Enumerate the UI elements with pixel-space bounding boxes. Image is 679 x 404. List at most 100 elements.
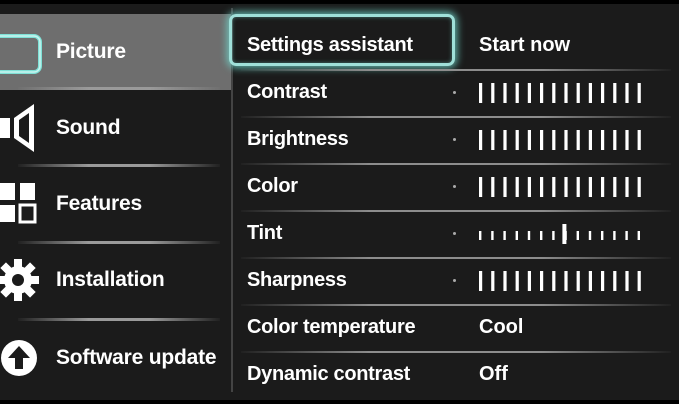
setting-row-color[interactable]: Color <box>233 163 679 210</box>
setting-value: Off <box>479 363 508 385</box>
speaker-icon <box>0 90 48 166</box>
setting-label: Brightness <box>247 128 349 150</box>
slider-tick <box>527 83 531 103</box>
slider-tick <box>576 177 580 197</box>
slider-tick <box>527 130 531 150</box>
sidebar-item-installation[interactable]: Installation <box>0 242 232 318</box>
slider-tick <box>515 130 519 150</box>
setting-row-sharpness[interactable]: Sharpness <box>233 257 679 304</box>
setting-label: Color <box>247 175 298 197</box>
slider-tick <box>491 271 495 291</box>
slider-tick <box>515 231 518 240</box>
sidebar-item-picture[interactable]: Picture <box>0 14 232 90</box>
slider-tick <box>588 177 592 197</box>
slider-tick <box>613 83 617 103</box>
slider-tick <box>515 83 519 103</box>
setting-row-tint[interactable]: Tint <box>233 210 679 257</box>
slider-tick <box>540 231 543 240</box>
sidebar: Picture Sound Features Installation Soft… <box>0 4 232 400</box>
slider-tick <box>479 130 483 150</box>
slider-tick <box>527 231 531 240</box>
slider-tick <box>625 177 629 197</box>
setting-row-color-temperature[interactable]: Color temperature Cool <box>233 304 679 351</box>
picture-icon <box>0 14 48 90</box>
setting-label: Color temperature <box>247 316 416 338</box>
slider-tick <box>552 231 555 240</box>
slider-tick <box>588 83 592 103</box>
contrast-slider[interactable] <box>477 82 649 104</box>
brightness-slider[interactable] <box>477 129 649 151</box>
slider-tick <box>527 271 531 291</box>
features-icon <box>0 166 48 242</box>
slider-tick <box>552 271 556 291</box>
picture-settings-list: Settings assistant Start now Contrast Br… <box>229 4 679 400</box>
sidebar-item-features[interactable]: Features <box>0 166 232 242</box>
slider-tick <box>552 83 556 103</box>
bullet <box>453 279 456 282</box>
slider-tick <box>503 130 507 150</box>
slider-tick <box>564 177 568 197</box>
setting-label: Tint <box>247 222 283 244</box>
focus-highlight <box>229 14 455 66</box>
slider-tick <box>613 130 617 150</box>
slider-tick <box>576 130 580 150</box>
tv-settings-screen: Picture Sound Features Installation Soft… <box>0 0 679 404</box>
slider-tick <box>503 83 507 103</box>
slider-tick <box>601 271 605 291</box>
slider-tick <box>515 271 519 291</box>
setting-value: Start now <box>479 34 571 56</box>
setting-row-contrast[interactable]: Contrast <box>233 69 679 116</box>
slider-tick <box>637 231 640 240</box>
slider-tick <box>479 231 482 240</box>
slider-tick <box>625 130 629 150</box>
slider-tick <box>588 271 592 291</box>
slider-tick <box>576 83 580 103</box>
slider-tick <box>540 130 544 150</box>
tint-slider[interactable] <box>477 223 649 245</box>
slider-tick <box>491 83 495 103</box>
sidebar-item-label: Installation <box>56 268 165 291</box>
sidebar-item-label: Software update <box>56 346 217 369</box>
setting-label: Contrast <box>247 81 327 103</box>
sidebar-item-label: Picture <box>56 40 126 63</box>
setting-label: Dynamic contrast <box>247 363 411 385</box>
gear-icon <box>0 242 48 318</box>
slider-tick <box>540 83 544 103</box>
slider-tick <box>588 130 592 150</box>
setting-row-dynamic-contrast[interactable]: Dynamic contrast Off <box>233 351 679 398</box>
slider-tick <box>540 177 544 197</box>
slider-tick <box>576 231 579 240</box>
bullet <box>453 138 456 141</box>
slider-tick <box>588 231 592 240</box>
slider-tick <box>491 231 494 240</box>
sharpness-slider[interactable] <box>477 270 649 292</box>
slider-tick <box>601 231 604 240</box>
upload-icon <box>0 320 48 396</box>
setting-value: Cool <box>479 316 524 338</box>
sidebar-item-label: Features <box>56 192 142 215</box>
color-slider[interactable] <box>477 176 649 198</box>
setting-label: Sharpness <box>247 269 347 291</box>
slider-tick <box>552 130 556 150</box>
sidebar-item-software-update[interactable]: Software update <box>0 320 232 396</box>
slider-tick <box>515 177 519 197</box>
slider-tick <box>576 271 580 291</box>
slider-tick <box>613 177 617 197</box>
slider-tick <box>601 130 605 150</box>
slider-tick <box>552 177 556 197</box>
slider-tick <box>637 130 641 150</box>
sidebar-item-sound[interactable]: Sound <box>0 90 232 166</box>
slider-tick <box>625 271 629 291</box>
slider-tick <box>564 271 568 291</box>
slider-tick <box>613 271 617 291</box>
slider-tick <box>637 83 641 103</box>
slider-tick <box>625 83 629 103</box>
slider-tick <box>491 177 495 197</box>
slider-tick <box>601 83 605 103</box>
slider-tick <box>637 177 641 197</box>
setting-row-brightness[interactable]: Brightness <box>233 116 679 163</box>
slider-tick <box>613 231 616 240</box>
slider-tick <box>503 231 506 240</box>
slider-tick <box>637 271 641 291</box>
slider-tick <box>479 177 483 197</box>
